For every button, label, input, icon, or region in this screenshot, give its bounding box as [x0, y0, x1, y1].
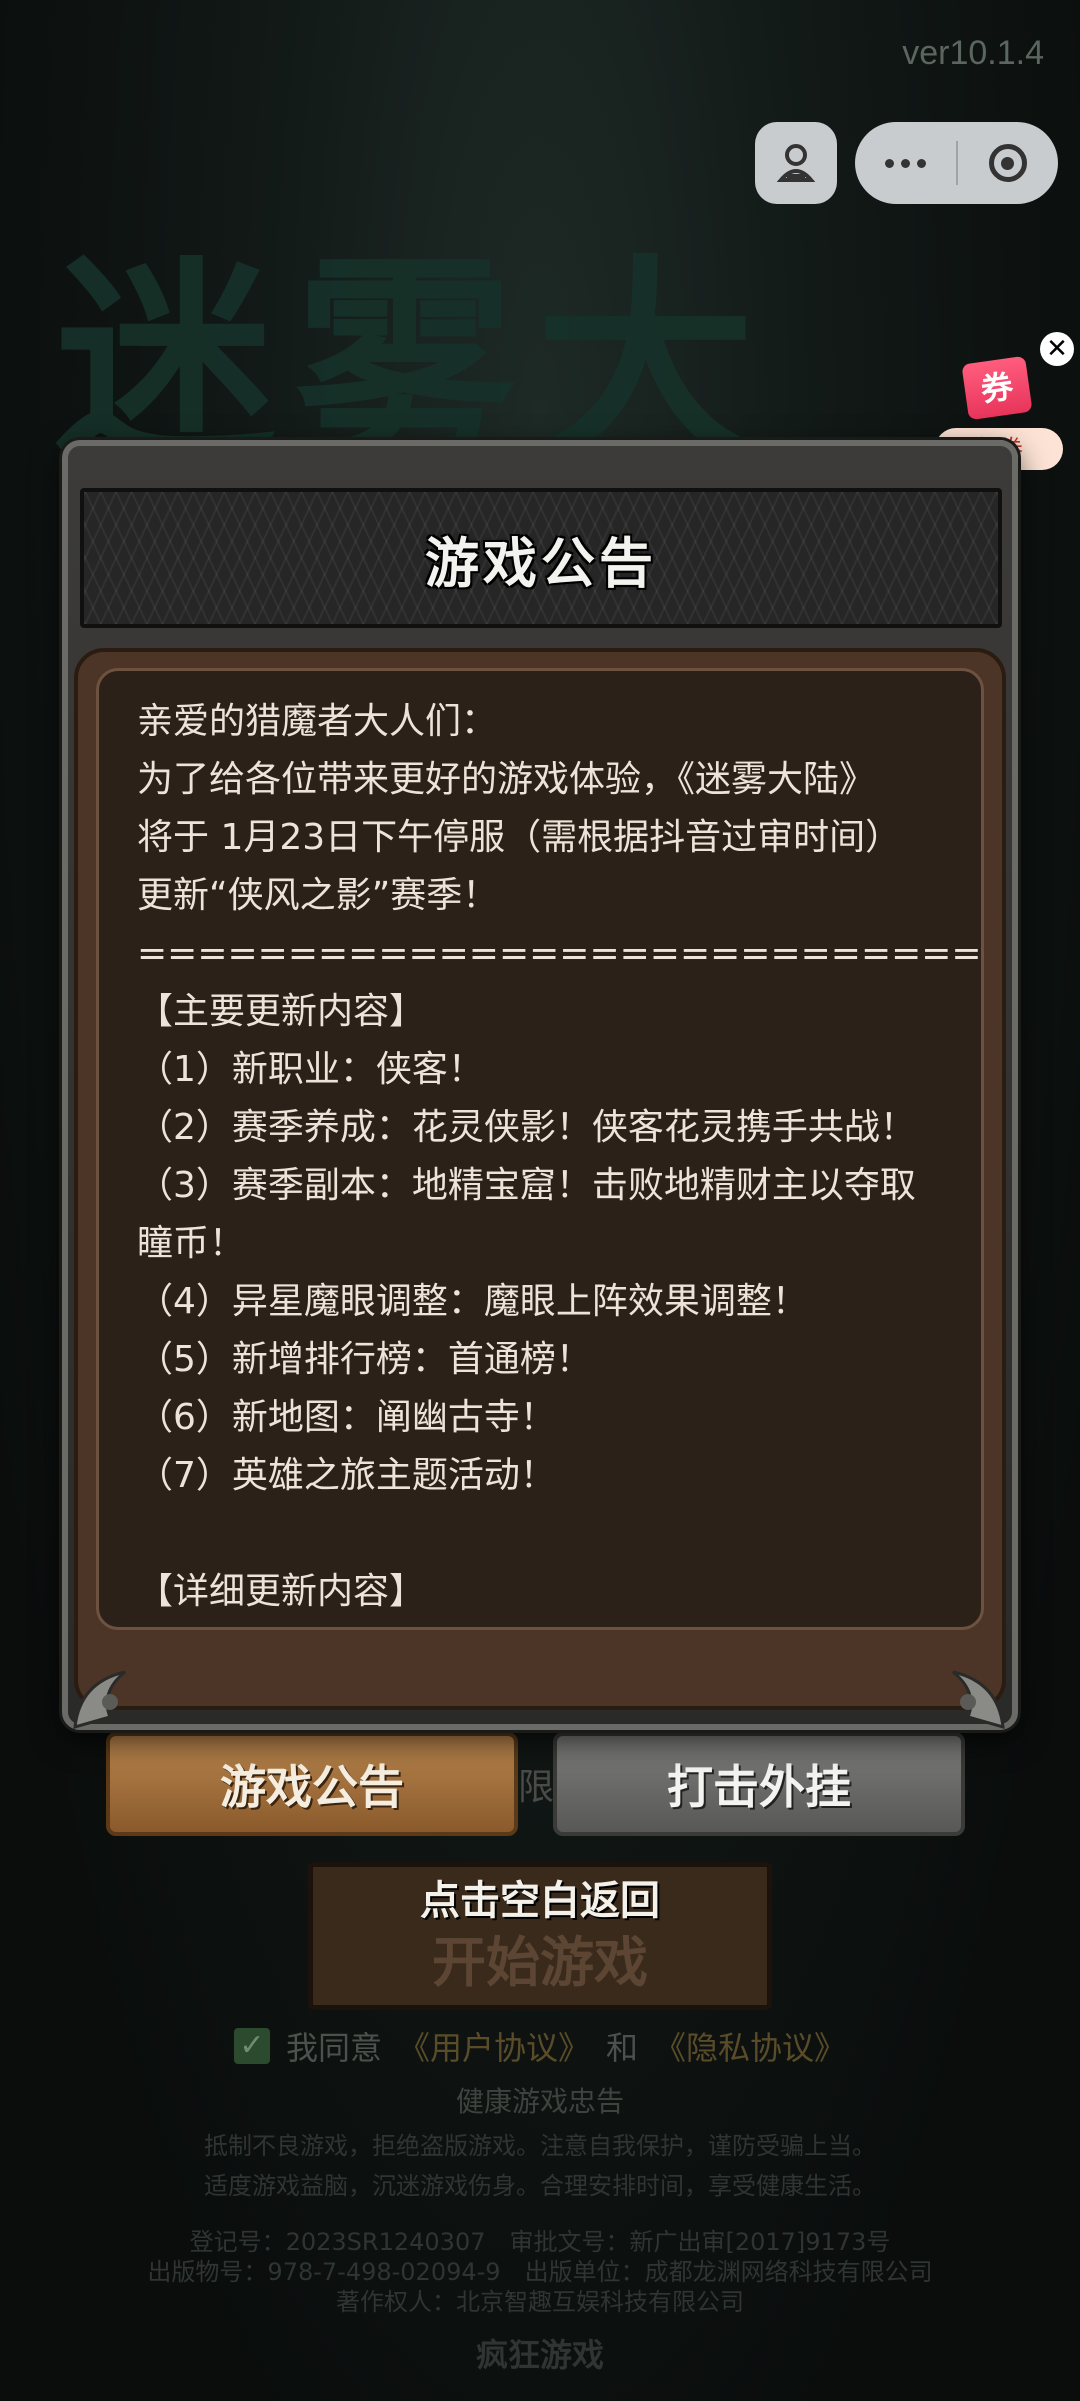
obscured-text: 限	[518, 1767, 555, 1808]
health-line-1: 抵制不良游戏，拒绝盗版游戏。注意自我保护，谨防受骗上当。	[204, 2132, 876, 2160]
game-avatar-icon	[776, 144, 816, 182]
publisher-logo: 疯狂游戏	[475, 2336, 604, 2374]
notice-line: ============================	[137, 933, 982, 974]
notice-line: （1）新职业：侠客！	[137, 1049, 484, 1090]
user-agreement-link[interactable]: 《用户协议》	[398, 2023, 590, 2069]
health-notice-title: 健康游戏忠告	[455, 2085, 624, 2118]
notice-line: （5）新增排行榜：首通榜！	[137, 1339, 592, 1380]
notice-line: 【详细更新内容】	[137, 1571, 426, 1612]
game-avatar-button[interactable]	[755, 122, 837, 204]
anti-cheat-button[interactable]: 打击外挂	[553, 1732, 965, 1836]
notice-line: （2）赛季养成：花灵侠影！侠客花灵携手共战！	[137, 1107, 916, 1148]
notice-line: 【主要更新内容】	[137, 991, 426, 1032]
privacy-agreement-link[interactable]: 《隐私协议》	[654, 2023, 846, 2069]
notice-button[interactable]: 游戏公告	[106, 1732, 518, 1836]
notice-line: 更新“侠风之影”赛季！	[137, 875, 499, 916]
coupon-ticket-icon: 券	[961, 355, 1033, 421]
notice-line: 为了给各位带来更好的游戏体验，《迷雾大陆》	[137, 759, 876, 800]
version-label: ver10.1.4	[902, 34, 1044, 72]
notice-content: 亲爱的猎魔者大人们： 为了给各位带来更好的游戏体验，《迷雾大陆》 将于 1月23日下…	[137, 693, 982, 1621]
agreement-row: ✓ 我同意 《用户协议》 和 《隐私协议》	[234, 2024, 846, 2068]
notice-header: 游戏公告	[80, 488, 1002, 628]
notice-line: （4）异星魔眼调整：魔眼上阵效果调整！	[137, 1281, 808, 1322]
copyright-owner: 著作权人：北京智趣互娱科技有限公司	[336, 2288, 744, 2316]
notice-line	[137, 1505, 977, 1563]
exit-button[interactable]	[958, 122, 1059, 204]
mini-program-capsule	[855, 122, 1058, 204]
notice-line: 将于 1月23日下午停服（需根据抖音过审时间）	[137, 817, 902, 858]
corner-ornament-left	[73, 1670, 126, 1730]
notice-title: 游戏公告	[425, 531, 657, 595]
notice-line: 瞳币！	[137, 1223, 246, 1264]
health-line-2: 适度游戏益脑，沉迷游戏伤身。合理安排时间，享受健康生活。	[204, 2172, 876, 2200]
tap-blank-to-return-hint: 点击空白返回	[420, 1878, 660, 1924]
agree-prefix: 我同意	[286, 2029, 383, 2067]
coupon-close-icon[interactable]: ✕	[1040, 332, 1074, 366]
more-button[interactable]	[855, 122, 956, 204]
target-close-icon	[988, 144, 1027, 182]
start-game-label: 开始游戏	[432, 1931, 648, 1994]
notice-scroll-area[interactable]: 亲爱的猎魔者大人们： 为了给各位带来更好的游戏体验，《迷雾大陆》 将于 1月23日下…	[96, 668, 984, 1630]
notice-line: （3）赛季副本：地精宝窟！击败地精财主以夺取	[137, 1165, 916, 1206]
more-dots-icon	[884, 158, 926, 168]
notice-line: （7）英雄之旅主题活动！	[137, 1455, 556, 1496]
notice-line: 亲爱的猎魔者大人们：	[137, 701, 498, 742]
agree-and: 和	[606, 2029, 639, 2067]
notice-line: （6）新地图：阐幽古寺！	[137, 1397, 556, 1438]
agree-checkbox[interactable]: ✓	[234, 2028, 270, 2064]
corner-ornament-right	[952, 1670, 1005, 1730]
